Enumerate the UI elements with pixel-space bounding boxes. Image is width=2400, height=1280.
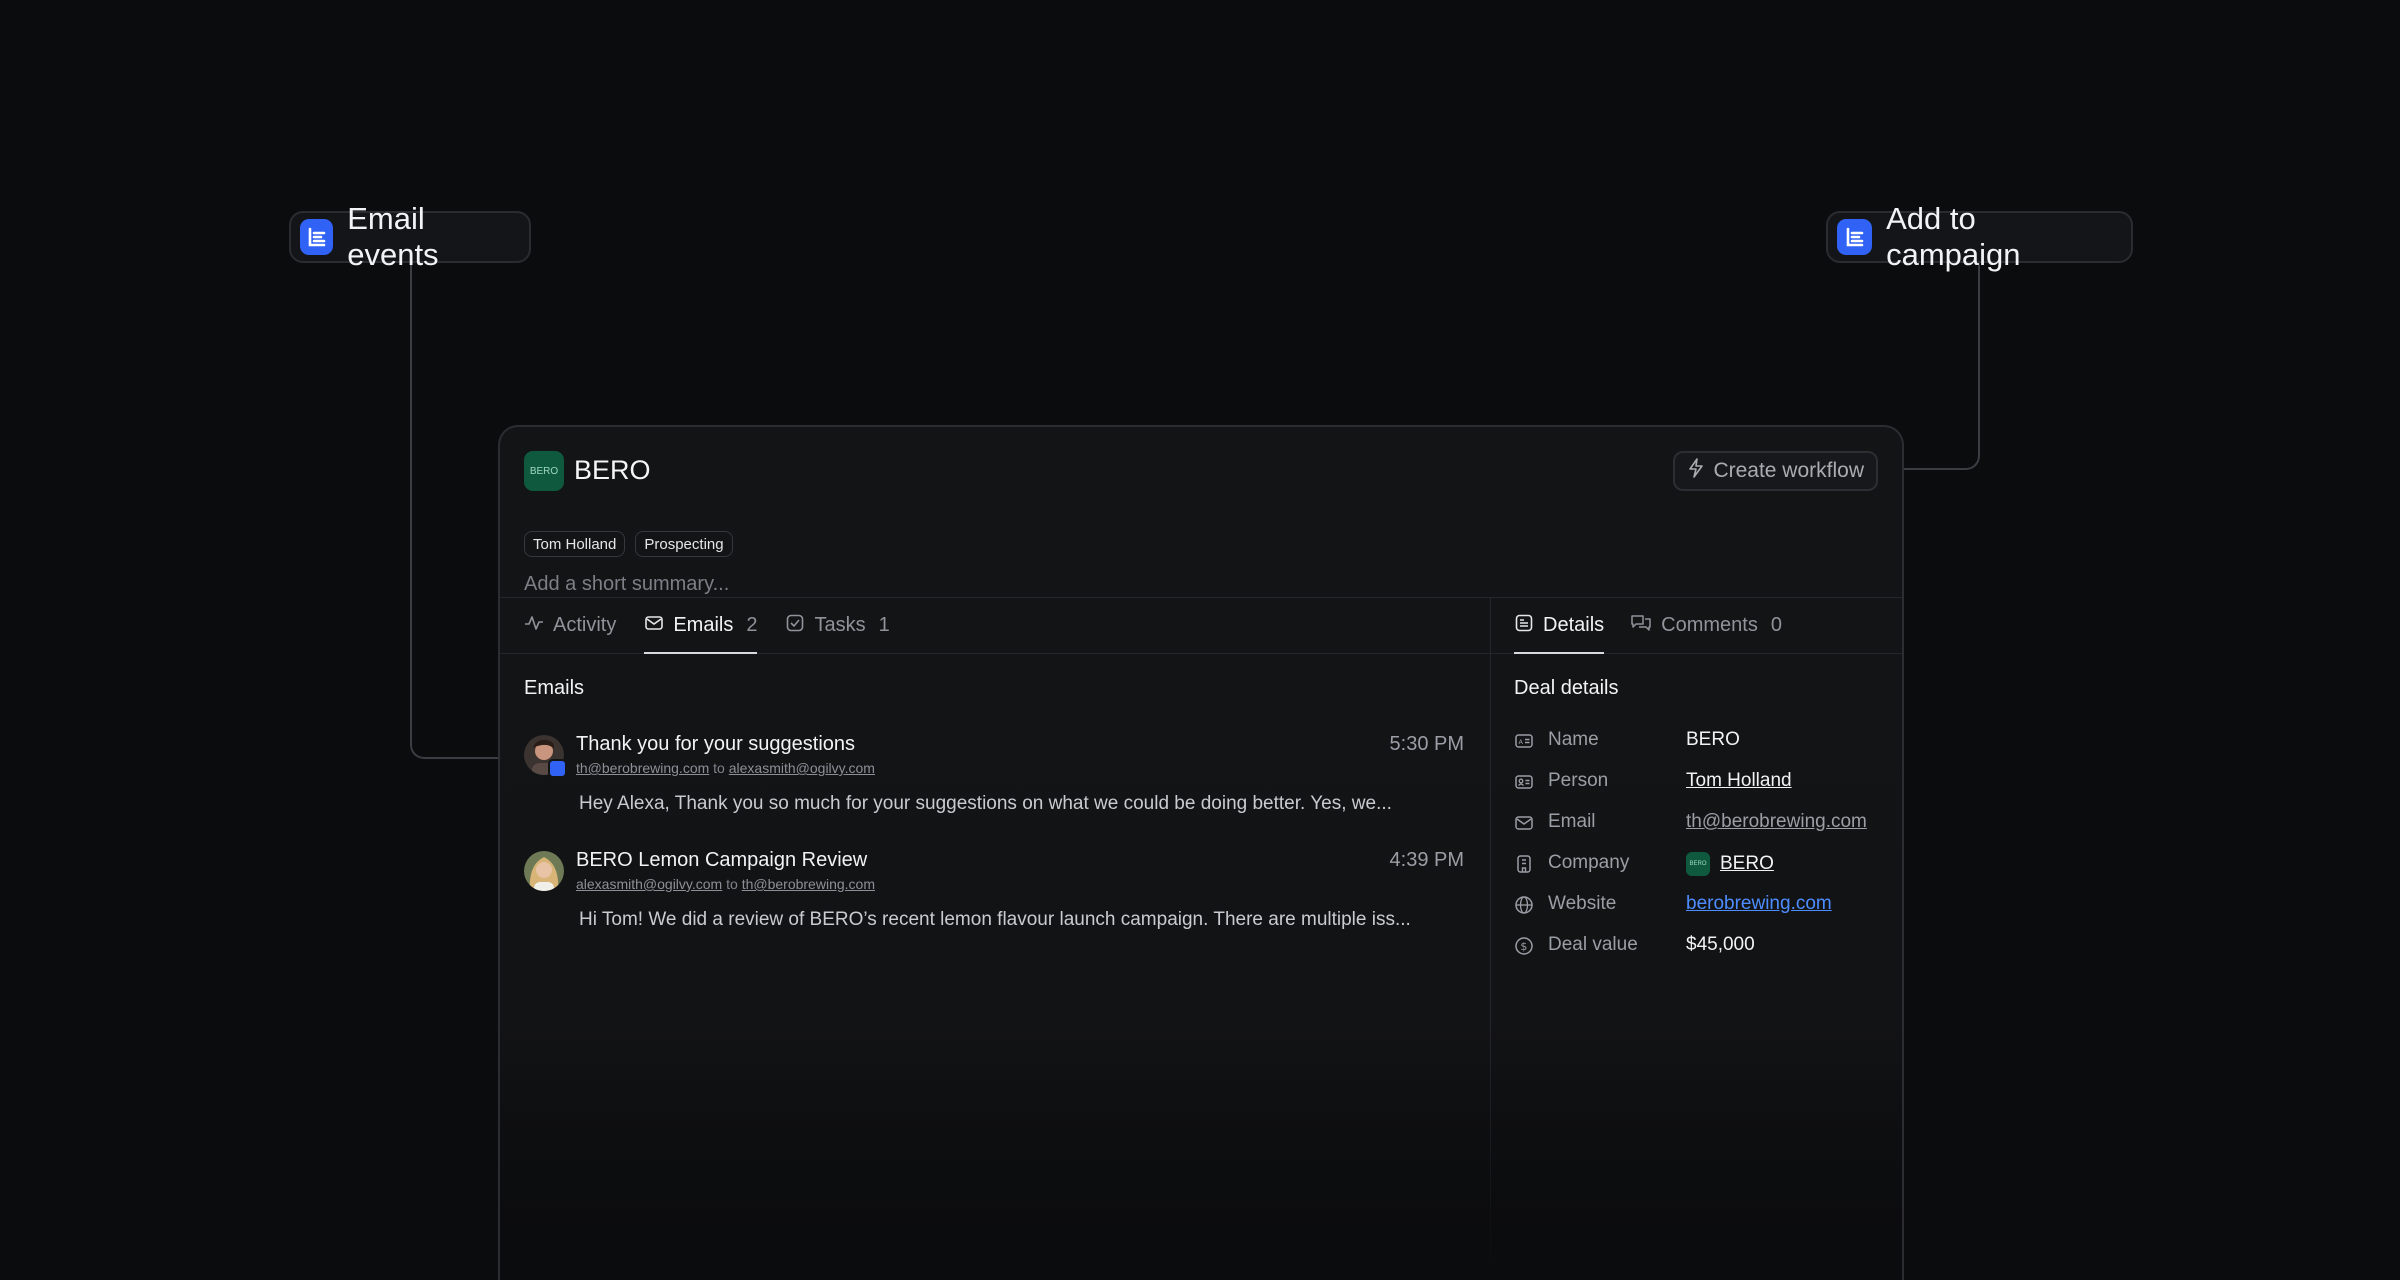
email-addresses: th@berobrewing.com to alexasmith@ogilvy.… — [576, 760, 875, 776]
lightning-icon — [1687, 458, 1705, 484]
company-link[interactable]: BERO — [1720, 853, 1774, 875]
deal-header: BERO BERO Create workflow Tom Holland Pr… — [524, 451, 1878, 611]
avatar — [524, 735, 567, 778]
email-addresses: alexasmith@ogilvy.com to th@berobrewing.… — [576, 876, 875, 892]
tab-tasks-count: 1 — [878, 614, 890, 636]
tab-tasks-label: Tasks — [814, 614, 866, 636]
tab-comments[interactable]: Comments 0 — [1630, 598, 1782, 653]
deal-card: BERO BERO Create workflow Tom Holland Pr… — [498, 425, 1904, 1280]
detail-label: Email — [1548, 811, 1596, 832]
tab-emails-count: 2 — [746, 614, 758, 636]
detail-website: Website berobrewing.com — [1514, 891, 1884, 932]
globe-icon — [1514, 895, 1534, 915]
email-to[interactable]: th@berobrewing.com — [742, 876, 875, 892]
pane-divider — [1490, 597, 1491, 1280]
card-fade-overlay — [500, 1020, 1902, 1280]
deal-title: BERO — [574, 455, 651, 485]
tab-activity-label: Activity — [553, 614, 617, 636]
tab-tasks[interactable]: Tasks 1 — [785, 598, 890, 653]
activity-icon — [524, 613, 544, 639]
detail-deal-value: $ Deal value $45,000 — [1514, 932, 1884, 973]
add-to-campaign-label: Add to campaign — [1886, 201, 2021, 272]
comments-icon — [1630, 613, 1652, 639]
detail-label: Website — [1548, 893, 1617, 914]
detail-label: Company — [1548, 852, 1630, 873]
detail-person: Person Tom Holland — [1514, 768, 1884, 809]
email-to-word: to — [726, 876, 738, 892]
email-item[interactable]: BERO Lemon Campaign Review 4:39 PM alexa… — [524, 843, 1464, 959]
details-icon — [1514, 613, 1534, 639]
deal-details: A Name BERO Person Tom Holland Email th@… — [1514, 727, 1884, 973]
svg-text:$: $ — [1520, 940, 1527, 953]
emails-list: Thank you for your suggestions 5:30 PM t… — [524, 727, 1464, 959]
bero-mini-logo-text: BERO — [1689, 861, 1707, 867]
email-preview: Hey Alexa, Thank you so much for your su… — [579, 793, 1392, 814]
company-value[interactable]: BERO BERO — [1686, 852, 1774, 876]
checkbox-icon — [785, 613, 805, 639]
create-workflow-label: Create workflow — [1713, 459, 1864, 482]
email-link[interactable]: th@berobrewing.com — [1686, 811, 1867, 833]
email-to[interactable]: alexasmith@ogilvy.com — [729, 760, 875, 776]
person-link[interactable]: Tom Holland — [1686, 770, 1792, 792]
connector-line-left — [410, 265, 502, 759]
email-item[interactable]: Thank you for your suggestions 5:30 PM t… — [524, 727, 1464, 843]
bero-logo: BERO — [524, 451, 564, 491]
svg-text:A: A — [1519, 738, 1524, 746]
email-time: 4:39 PM — [1389, 849, 1464, 871]
email-events-node[interactable]: Email events — [289, 201, 531, 272]
dollar-icon: $ — [1514, 936, 1534, 956]
tab-bar: Activity Emails 2 Tasks 1 Details Commen… — [500, 597, 1902, 654]
email-to-word: to — [713, 760, 725, 776]
website-link[interactable]: berobrewing.com — [1686, 893, 1832, 915]
logo-e-icon — [1837, 219, 1873, 255]
tab-emails-label: Emails — [673, 614, 734, 636]
chip-stage[interactable]: Prospecting — [635, 531, 733, 557]
detail-label: Name — [1548, 729, 1599, 750]
email-subject: BERO Lemon Campaign Review — [576, 849, 868, 871]
deal-details-title: Deal details — [1514, 677, 1619, 699]
deal-chips: Tom Holland Prospecting — [524, 531, 733, 557]
create-workflow-button[interactable]: Create workflow — [1673, 451, 1878, 491]
email-time: 5:30 PM — [1389, 733, 1464, 755]
add-to-campaign-node[interactable]: Add to campaign — [1826, 201, 2133, 272]
id-card-icon: A — [1514, 731, 1534, 751]
email-from[interactable]: alexasmith@ogilvy.com — [576, 876, 722, 892]
chip-owner[interactable]: Tom Holland — [524, 531, 626, 557]
summary-input[interactable]: Add a short summary... — [524, 573, 729, 596]
detail-value: $45,000 — [1686, 934, 1755, 955]
detail-name: A Name BERO — [1514, 727, 1884, 768]
email-preview: Hi Tom! We did a review of BERO’s recent… — [579, 909, 1411, 930]
detail-email: Email th@berobrewing.com — [1514, 809, 1884, 850]
detail-value: BERO — [1686, 729, 1740, 750]
tab-comments-label: Comments — [1661, 614, 1758, 636]
tab-details-label: Details — [1543, 614, 1605, 636]
tab-activity[interactable]: Activity — [524, 598, 616, 653]
email-events-label: Email events — [347, 201, 439, 272]
bero-mini-logo: BERO — [1686, 852, 1710, 876]
detail-company: Company BERO BERO — [1514, 850, 1884, 891]
connector-line-right — [1902, 265, 1980, 470]
logo-e-icon — [300, 219, 334, 255]
person-card-icon — [1514, 772, 1534, 792]
email-source-badge — [548, 759, 567, 778]
mail-icon — [644, 613, 664, 639]
detail-label: Person — [1548, 770, 1609, 791]
email-subject: Thank you for your suggestions — [576, 733, 856, 755]
avatar — [524, 851, 564, 891]
building-icon — [1514, 854, 1534, 874]
tab-details[interactable]: Details — [1514, 598, 1605, 654]
tab-comments-count: 0 — [1770, 614, 1782, 636]
bero-logo-text: BERO — [529, 465, 559, 477]
mail-icon — [1514, 813, 1534, 833]
tab-emails[interactable]: Emails 2 — [644, 598, 758, 654]
email-from[interactable]: th@berobrewing.com — [576, 760, 709, 776]
emails-section-title: Emails — [524, 677, 585, 699]
detail-label: Deal value — [1548, 934, 1638, 955]
